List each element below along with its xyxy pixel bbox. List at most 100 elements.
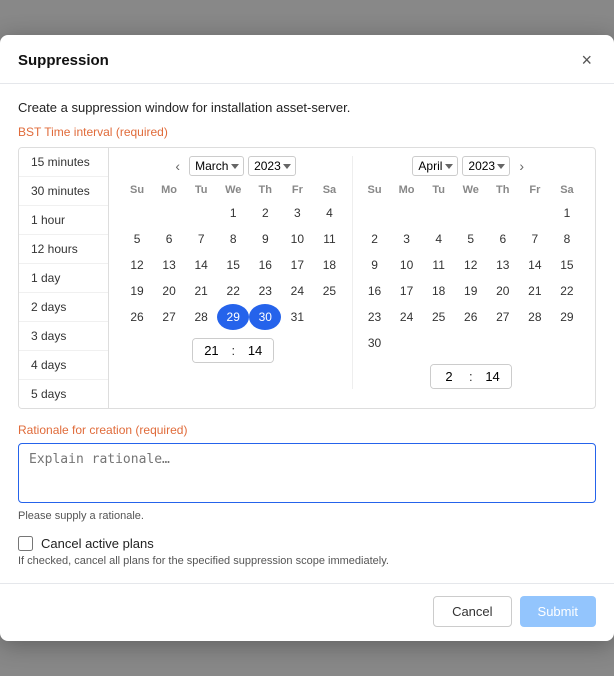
calendar-day[interactable]: 17 bbox=[281, 252, 313, 278]
duration-item[interactable]: 2 days bbox=[19, 293, 108, 322]
calendars-wrapper: ‹ March 2023 SuMoTuWeThFrSa 123456789101… bbox=[109, 148, 595, 408]
left-minute-input[interactable] bbox=[237, 339, 273, 362]
calendar-day[interactable]: 27 bbox=[487, 304, 519, 330]
calendar-day[interactable]: 28 bbox=[185, 304, 217, 330]
calendar-day[interactable]: 19 bbox=[455, 278, 487, 304]
calendar-day[interactable]: 29 bbox=[217, 304, 249, 330]
calendar-day[interactable]: 13 bbox=[487, 252, 519, 278]
calendar-day[interactable]: 11 bbox=[313, 226, 345, 252]
duration-item[interactable]: 5 days bbox=[19, 380, 108, 408]
calendar-day[interactable]: 20 bbox=[487, 278, 519, 304]
calendar-day bbox=[519, 200, 551, 226]
calendar-day[interactable]: 28 bbox=[519, 304, 551, 330]
calendar-day[interactable]: 14 bbox=[519, 252, 551, 278]
calendar-day[interactable]: 6 bbox=[153, 226, 185, 252]
calendar-day[interactable]: 4 bbox=[313, 200, 345, 226]
calendar-day[interactable]: 15 bbox=[551, 252, 583, 278]
calendar-day[interactable]: 1 bbox=[551, 200, 583, 226]
calendar-day[interactable]: 19 bbox=[121, 278, 153, 304]
duration-item[interactable]: 12 hours bbox=[19, 235, 108, 264]
duration-item[interactable]: 1 hour bbox=[19, 206, 108, 235]
calendar-day[interactable]: 30 bbox=[359, 330, 391, 356]
next-month-button[interactable]: › bbox=[514, 157, 529, 175]
calendar-day bbox=[423, 200, 455, 226]
left-month-select[interactable]: March bbox=[189, 156, 244, 176]
duration-item[interactable]: 30 minutes bbox=[19, 177, 108, 206]
modal-body: Create a suppression window for installa… bbox=[0, 84, 614, 583]
submit-button[interactable]: Submit bbox=[520, 596, 596, 627]
left-hour-input[interactable] bbox=[193, 339, 229, 362]
calendar-day[interactable]: 12 bbox=[455, 252, 487, 278]
calendar-day[interactable]: 15 bbox=[217, 252, 249, 278]
calendar-day[interactable]: 25 bbox=[313, 278, 345, 304]
cancel-button[interactable]: Cancel bbox=[433, 596, 511, 627]
calendar-day[interactable]: 2 bbox=[359, 226, 391, 252]
calendar-day[interactable]: 12 bbox=[121, 252, 153, 278]
calendar-day[interactable]: 6 bbox=[487, 226, 519, 252]
calendar-day[interactable]: 22 bbox=[551, 278, 583, 304]
calendar-day[interactable]: 5 bbox=[121, 226, 153, 252]
calendar-day[interactable]: 7 bbox=[185, 226, 217, 252]
left-year-select[interactable]: 2023 bbox=[248, 156, 296, 176]
close-button[interactable]: × bbox=[577, 49, 596, 71]
calendar-day[interactable]: 9 bbox=[249, 226, 281, 252]
modal-footer: Cancel Submit bbox=[0, 583, 614, 641]
calendar-day[interactable]: 29 bbox=[551, 304, 583, 330]
calendar-day[interactable]: 26 bbox=[455, 304, 487, 330]
calendar-day[interactable]: 23 bbox=[249, 278, 281, 304]
rationale-textarea[interactable] bbox=[18, 443, 596, 503]
calendar-day[interactable]: 20 bbox=[153, 278, 185, 304]
calendar-day[interactable]: 17 bbox=[391, 278, 423, 304]
calendar-day[interactable]: 1 bbox=[217, 200, 249, 226]
calendar-day bbox=[423, 330, 455, 356]
calendar-day[interactable]: 8 bbox=[217, 226, 249, 252]
calendar-day[interactable]: 2 bbox=[249, 200, 281, 226]
calendar-day[interactable]: 21 bbox=[519, 278, 551, 304]
cancel-plans-label[interactable]: Cancel active plans bbox=[41, 536, 154, 551]
modal-header: Suppression × bbox=[0, 35, 614, 84]
calendar-day[interactable]: 3 bbox=[281, 200, 313, 226]
cal-right-header: April 2023 › bbox=[359, 156, 584, 176]
cancel-plans-row: Cancel active plans bbox=[18, 536, 596, 551]
calendar-day[interactable]: 14 bbox=[185, 252, 217, 278]
cal-left-header: ‹ March 2023 bbox=[121, 156, 346, 176]
calendar-day[interactable]: 11 bbox=[423, 252, 455, 278]
calendar-day[interactable]: 24 bbox=[391, 304, 423, 330]
duration-item[interactable]: 3 days bbox=[19, 322, 108, 351]
calendar-day[interactable]: 22 bbox=[217, 278, 249, 304]
right-month-select[interactable]: April bbox=[412, 156, 458, 176]
calendar-day[interactable]: 26 bbox=[121, 304, 153, 330]
right-minute-input[interactable] bbox=[475, 365, 511, 388]
calendar-day[interactable]: 10 bbox=[391, 252, 423, 278]
prev-month-button[interactable]: ‹ bbox=[170, 157, 185, 175]
duration-item[interactable]: 15 minutes bbox=[19, 148, 108, 177]
calendar-day[interactable]: 24 bbox=[281, 278, 313, 304]
calendar-day bbox=[455, 200, 487, 226]
calendar-day[interactable]: 30 bbox=[249, 304, 281, 330]
calendar-day[interactable]: 25 bbox=[423, 304, 455, 330]
calendar-day[interactable]: 8 bbox=[551, 226, 583, 252]
duration-item[interactable]: 1 day bbox=[19, 264, 108, 293]
calendar-day[interactable]: 9 bbox=[359, 252, 391, 278]
calendar-day[interactable]: 31 bbox=[281, 304, 313, 330]
calendar-day[interactable]: 4 bbox=[423, 226, 455, 252]
right-year-select[interactable]: 2023 bbox=[462, 156, 510, 176]
calendar-day[interactable]: 7 bbox=[519, 226, 551, 252]
calendar-day[interactable]: 21 bbox=[185, 278, 217, 304]
calendar-day[interactable]: 18 bbox=[313, 252, 345, 278]
calendar-day[interactable]: 16 bbox=[359, 278, 391, 304]
calendar-day bbox=[487, 330, 519, 356]
calendar-day[interactable]: 23 bbox=[359, 304, 391, 330]
right-hour-input[interactable] bbox=[431, 365, 467, 388]
calendar-day[interactable]: 27 bbox=[153, 304, 185, 330]
calendar-day[interactable]: 10 bbox=[281, 226, 313, 252]
calendar-day bbox=[551, 330, 583, 356]
calendar-day[interactable]: 3 bbox=[391, 226, 423, 252]
calendar-day bbox=[519, 330, 551, 356]
calendar-day[interactable]: 5 bbox=[455, 226, 487, 252]
calendar-day[interactable]: 16 bbox=[249, 252, 281, 278]
cancel-plans-checkbox[interactable] bbox=[18, 536, 33, 551]
calendar-day[interactable]: 13 bbox=[153, 252, 185, 278]
duration-item[interactable]: 4 days bbox=[19, 351, 108, 380]
calendar-day[interactable]: 18 bbox=[423, 278, 455, 304]
